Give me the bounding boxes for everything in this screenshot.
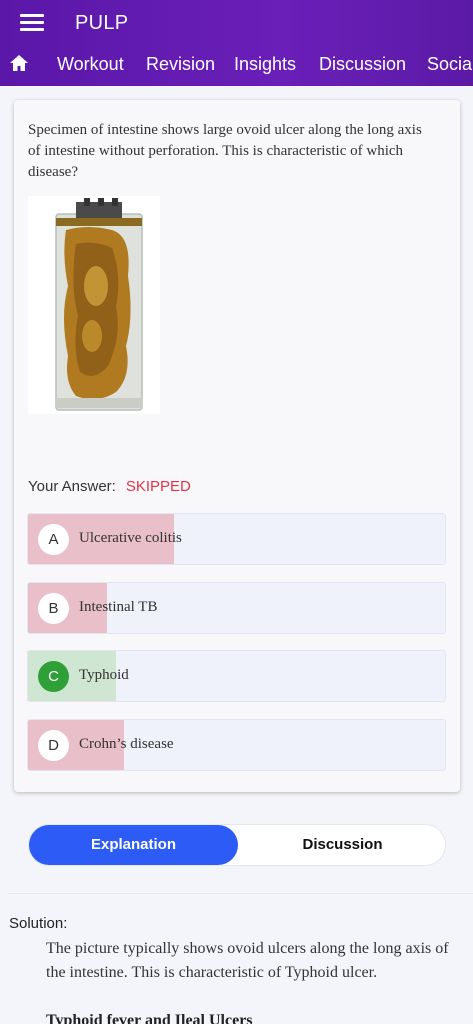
nav-tab-revision[interactable]: Revision bbox=[146, 54, 215, 75]
option-c[interactable]: C Typhoid bbox=[27, 650, 446, 702]
discussion-tab[interactable]: Discussion bbox=[238, 825, 447, 865]
option-a[interactable]: A Ulcerative colitis bbox=[27, 513, 446, 565]
app-title: PULP bbox=[75, 12, 129, 34]
answer-status: SKIPPED bbox=[125, 478, 191, 495]
menu-icon[interactable] bbox=[20, 14, 44, 32]
option-b-text: Intestinal TB bbox=[79, 599, 158, 615]
option-b-letter: B bbox=[38, 593, 69, 624]
top-app-bar: PULP Workout Revision Insights Discussio… bbox=[0, 0, 473, 86]
question-card: Specimen of intestine shows large ovoid … bbox=[14, 100, 460, 792]
nav-tabs: Workout Revision Insights Discussion Soc… bbox=[0, 44, 473, 84]
solution-text: The picture typically shows ovoid ulcers… bbox=[46, 940, 449, 981]
solution-heading: Typhoid fever and Ileal Ulcers bbox=[46, 1012, 253, 1024]
nav-tab-social[interactable]: Social bbox=[427, 54, 473, 75]
option-c-text: Typhoid bbox=[79, 667, 129, 683]
option-c-letter: C bbox=[38, 661, 69, 692]
option-d[interactable]: D Crohn’s disease bbox=[27, 719, 446, 771]
option-a-letter: A bbox=[38, 524, 69, 555]
explanation-discussion-toggle: Explanation Discussion bbox=[28, 824, 446, 866]
home-icon[interactable] bbox=[9, 54, 29, 72]
option-d-text: Crohn’s disease bbox=[79, 736, 174, 752]
option-d-letter: D bbox=[38, 730, 69, 761]
explanation-tab[interactable]: Explanation bbox=[29, 825, 238, 865]
option-b[interactable]: B Intestinal TB bbox=[27, 582, 446, 634]
specimen-image[interactable] bbox=[28, 196, 160, 414]
option-a-text: Ulcerative colitis bbox=[79, 530, 182, 546]
question-text: Specimen of intestine shows large ovoid … bbox=[28, 122, 422, 180]
answer-label: Your Answer: bbox=[28, 478, 116, 495]
nav-tab-workout[interactable]: Workout bbox=[57, 54, 124, 75]
solution-label: Solution: bbox=[9, 915, 68, 932]
divider bbox=[8, 893, 473, 894]
your-answer: Your Answer: SKIPPED bbox=[28, 478, 191, 495]
nav-tab-insights[interactable]: Insights bbox=[234, 54, 296, 75]
nav-tab-discussion[interactable]: Discussion bbox=[319, 54, 406, 75]
